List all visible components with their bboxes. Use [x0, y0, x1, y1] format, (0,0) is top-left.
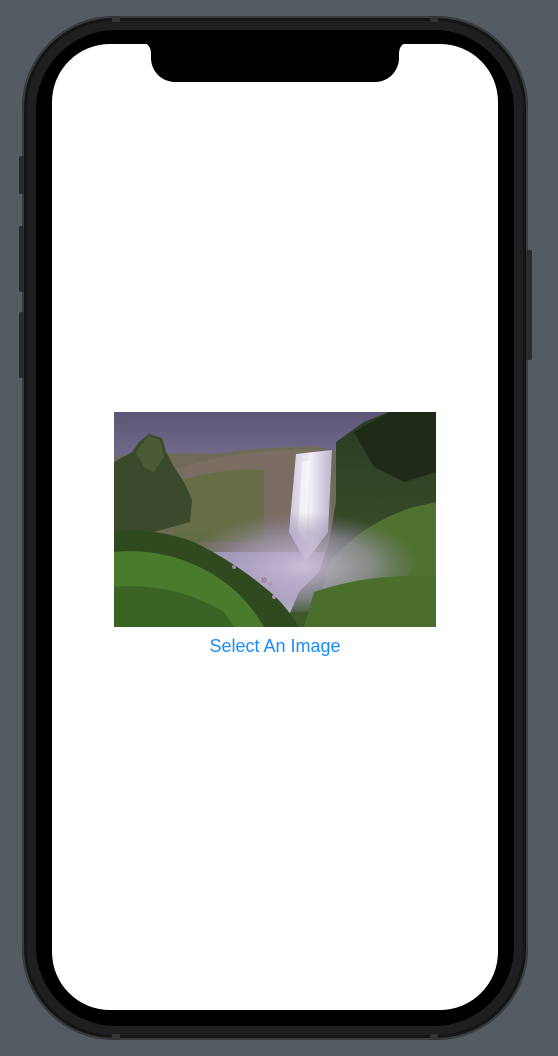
simulator-stage: Select An Image [0, 0, 558, 1056]
waterfall-photo [114, 412, 436, 627]
antenna-band [112, 16, 120, 22]
antenna-band [430, 16, 438, 22]
volume-up-button [19, 226, 24, 292]
phone-notch [141, 44, 409, 82]
select-image-button[interactable]: Select An Image [52, 636, 498, 657]
phone-screen: Select An Image [52, 44, 498, 1010]
power-button [526, 250, 532, 360]
silent-switch [19, 156, 24, 194]
app-content: Select An Image [52, 44, 498, 1010]
volume-down-button [19, 312, 24, 378]
selected-image [114, 412, 436, 627]
antenna-band [430, 1034, 438, 1040]
antenna-band [112, 1034, 120, 1040]
